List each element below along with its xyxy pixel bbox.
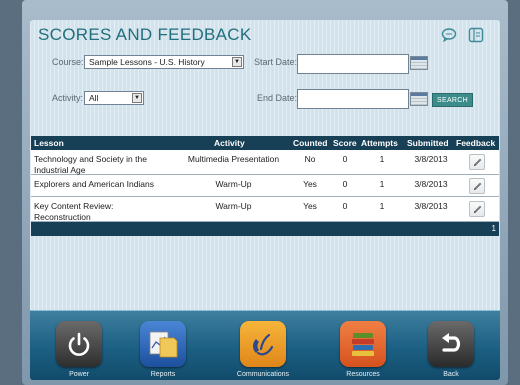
- table-header: Lesson Activity Counted Score Attempts S…: [31, 136, 499, 150]
- activity-cell: Warm-Up: [215, 179, 252, 189]
- counted-cell: No: [304, 154, 316, 164]
- score-cell: 0: [342, 201, 348, 211]
- back-arrow-icon: [428, 321, 474, 367]
- end-date-input[interactable]: [297, 89, 409, 109]
- chat-bubble-icon[interactable]: [440, 26, 458, 44]
- books-icon: [340, 321, 386, 367]
- activity-select[interactable]: All ▼: [84, 91, 144, 105]
- column-header-attempts: Attempts: [361, 138, 398, 148]
- course-select[interactable]: Sample Lessons - U.S. History ▼: [84, 55, 244, 69]
- column-header-lesson: Lesson: [34, 138, 64, 148]
- chevron-down-icon: ▼: [132, 93, 142, 103]
- dock-item-resources[interactable]: Resources: [338, 321, 388, 378]
- start-date-label: Start Date:: [254, 57, 298, 67]
- column-header-feedback: Feedback: [456, 138, 496, 148]
- submitted-cell: 3/8/2013: [414, 154, 448, 164]
- activity-cell: Multimedia Presentation: [187, 154, 280, 164]
- power-icon: [56, 321, 102, 367]
- dock-label-reports: Reports: [150, 371, 176, 378]
- bottom-dock: Power Reports Communications Resources B…: [30, 310, 500, 380]
- dock-label-communications: Communications: [236, 371, 290, 378]
- calendar-icon[interactable]: [410, 56, 428, 70]
- search-button[interactable]: SEARCH: [432, 93, 473, 107]
- dock-label-resources: Resources: [346, 371, 380, 378]
- lesson-cell: Technology and Society in the Industrial…: [34, 154, 147, 175]
- page-number[interactable]: 1: [492, 224, 496, 233]
- attempts-cell: 1: [379, 154, 385, 164]
- activity-label: Activity:: [52, 93, 84, 103]
- scores-table: Lesson Activity Counted Score Attempts S…: [31, 136, 499, 236]
- score-cell: 0: [342, 154, 348, 164]
- lesson-cell: Key Content Review: Reconstruction: [34, 201, 114, 222]
- course-label: Course:: [52, 57, 84, 67]
- column-header-activity: Activity: [214, 138, 245, 148]
- pencil-icon[interactable]: [469, 154, 485, 170]
- score-cell: 0: [342, 179, 348, 189]
- end-date-label: End Date:: [257, 93, 298, 103]
- table-row[interactable]: Explorers and American Indians Warm-Up Y…: [31, 175, 499, 197]
- phone-icon: [240, 321, 286, 367]
- pencil-icon[interactable]: [469, 178, 485, 194]
- dock-label-power: Power: [69, 371, 89, 378]
- reports-icon: [140, 321, 186, 367]
- counted-cell: Yes: [303, 179, 317, 189]
- activity-select-value: All: [89, 93, 99, 103]
- dock-item-power[interactable]: Power: [54, 321, 104, 378]
- dock-item-reports[interactable]: Reports: [138, 321, 188, 378]
- start-date-input[interactable]: [297, 54, 409, 74]
- table-row[interactable]: Technology and Society in the Industrial…: [31, 150, 499, 175]
- counted-cell: Yes: [303, 201, 317, 211]
- course-select-value: Sample Lessons - U.S. History: [89, 57, 205, 67]
- attempts-cell: 1: [379, 179, 385, 189]
- table-footer: 1: [31, 222, 499, 236]
- submitted-cell: 3/8/2013: [414, 179, 448, 189]
- sidebar-window-icon[interactable]: [467, 26, 485, 44]
- column-header-score: Score: [333, 138, 357, 148]
- column-header-counted: Counted: [293, 138, 328, 148]
- page-title: SCORES AND FEEDBACK: [38, 25, 252, 44]
- attempts-cell: 1: [379, 201, 385, 211]
- dock-item-back[interactable]: Back: [426, 321, 476, 378]
- dock-label-back: Back: [443, 371, 459, 378]
- chevron-down-icon: ▼: [232, 57, 242, 67]
- dock-item-communications[interactable]: Communications: [237, 321, 289, 378]
- table-row[interactable]: Key Content Review: Reconstruction Warm-…: [31, 197, 499, 222]
- pencil-icon[interactable]: [469, 201, 485, 217]
- column-header-submitted: Submitted: [407, 138, 449, 148]
- activity-cell: Warm-Up: [215, 201, 252, 211]
- lesson-cell: Explorers and American Indians: [34, 179, 155, 189]
- calendar-icon[interactable]: [410, 92, 428, 106]
- submitted-cell: 3/8/2013: [414, 201, 448, 211]
